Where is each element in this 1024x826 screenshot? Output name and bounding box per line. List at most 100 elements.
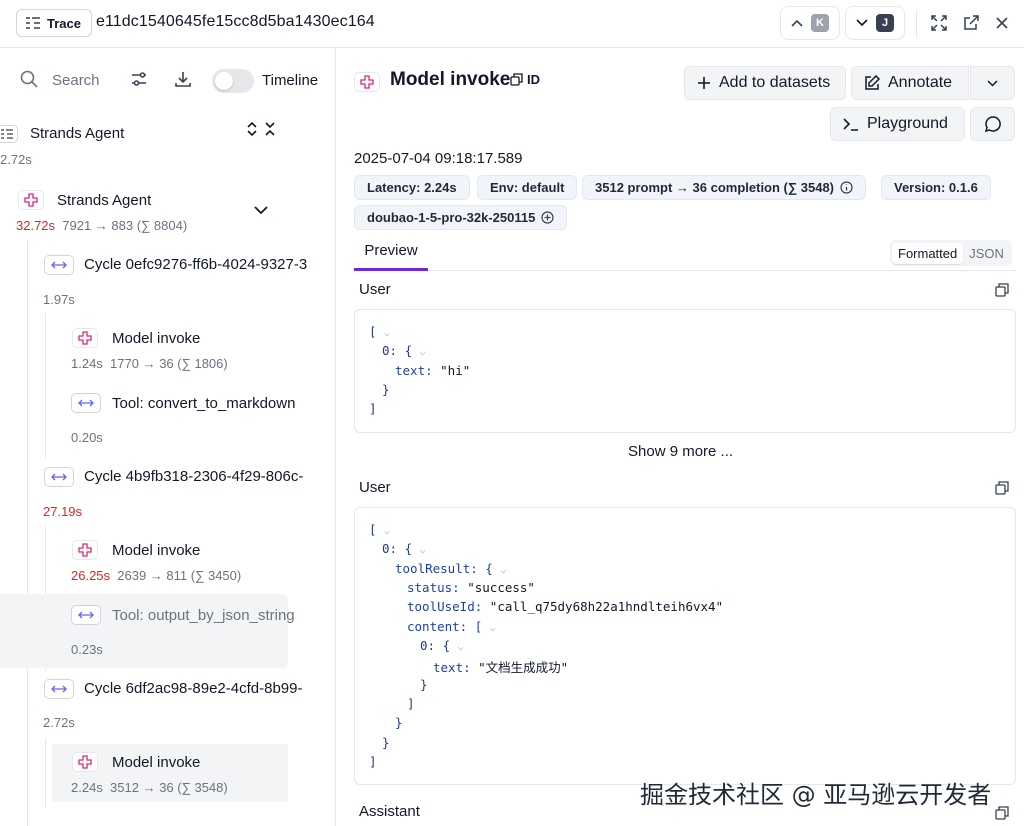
cycle-node-title[interactable]: Cycle 4b9fb318-2306-4f29-806c- <box>84 468 303 485</box>
message-role-label: User <box>359 479 391 496</box>
chevron-down-icon[interactable] <box>254 206 268 215</box>
cycle-icon <box>44 679 74 699</box>
show-more-button[interactable]: Show 9 more ... <box>628 443 733 460</box>
external-link-icon[interactable] <box>960 12 982 34</box>
model-node-time: 2.24s <box>71 780 103 795</box>
model-node-tokens: 3512 → 36 (∑ 3548) <box>110 780 228 795</box>
collapse-all-icon[interactable] <box>246 120 258 138</box>
model-icon <box>18 190 44 210</box>
agent-node-time: 32.72s <box>16 218 56 233</box>
format-formatted-option[interactable]: Formatted <box>892 242 964 264</box>
tool-node-title[interactable]: Tool: convert_to_markdown <box>112 395 295 412</box>
tab-preview[interactable]: Preview <box>354 242 428 271</box>
playground-button[interactable]: Playground <box>830 107 965 141</box>
root-node-title[interactable]: Strands Agent <box>30 125 124 142</box>
annotate-dropdown-button[interactable] <box>970 66 1015 100</box>
model-icon <box>72 752 98 772</box>
plus-circle-icon <box>541 211 554 224</box>
shortcut-j: J <box>876 14 894 32</box>
annotate-label: Annotate <box>888 74 953 91</box>
id-label: ID <box>527 72 540 87</box>
row-hover-highlight <box>0 594 288 668</box>
copy-icon <box>510 73 523 86</box>
detail-title: Model invoke <box>390 69 511 90</box>
comment-button[interactable] <box>970 107 1015 141</box>
detail-tabs: Preview Formatted JSON <box>354 236 1016 271</box>
latency-badge: Latency: 2.24s <box>354 175 470 200</box>
chevron-down-icon <box>856 19 868 27</box>
filter-settings-icon[interactable] <box>130 70 148 88</box>
trace-id: e11dc1540645fe15cc8d5ba1430ec164 <box>96 13 375 30</box>
token-usage-badge[interactable]: 3512 prompt → 36 completion (∑ 3548) <box>582 175 867 200</box>
model-node-title[interactable]: Model invoke <box>112 330 200 347</box>
edit-icon <box>865 75 880 90</box>
playground-label: Playground <box>867 115 948 132</box>
trace-tree-pane: Search Timeline Strands Agent 2.72s Stra… <box>0 48 336 826</box>
list-tree-icon <box>0 125 18 143</box>
chevron-up-icon <box>791 19 803 27</box>
agent-node-title[interactable]: Strands Agent <box>57 192 151 209</box>
tree-connector <box>27 240 28 826</box>
download-icon[interactable] <box>174 70 192 88</box>
model-node-time: 1.24s <box>71 356 103 371</box>
add-to-datasets-label: Add to datasets <box>719 74 831 91</box>
copy-icon[interactable] <box>995 283 1009 297</box>
trace-label: Trace <box>47 15 81 31</box>
tool-node-time: 0.23s <box>71 642 103 657</box>
model-node-title[interactable]: Model invoke <box>112 542 200 559</box>
model-icon <box>72 540 98 560</box>
cycle-node-time: 1.97s <box>43 292 75 307</box>
cycle-icon <box>44 467 74 487</box>
message-role-label: Assistant <box>359 803 420 820</box>
tool-node-title[interactable]: Tool: output_by_json_string <box>112 607 295 624</box>
copy-id-button[interactable]: ID <box>510 72 540 87</box>
copy-icon[interactable] <box>995 806 1009 820</box>
version-badge: Version: 0.1.6 <box>881 175 991 200</box>
expand-icon[interactable] <box>928 12 950 34</box>
add-to-datasets-button[interactable]: Add to datasets <box>684 66 846 100</box>
expand-all-icon[interactable] <box>264 120 276 138</box>
model-badge[interactable]: doubao-1-5-pro-32k-250115 <box>354 205 568 230</box>
terminal-icon <box>843 118 858 131</box>
tool-icon <box>71 393 101 413</box>
tree-connector <box>45 738 46 808</box>
cycle-node-title[interactable]: Cycle 6df2ac98-89e2-4cfd-8b99- <box>84 680 302 697</box>
format-json-option[interactable]: JSON <box>963 243 1010 264</box>
timestamp: 2025-07-04 09:18:17.589 <box>354 150 523 167</box>
next-trace-button[interactable]: J <box>845 6 905 40</box>
list-tree-icon <box>26 17 40 29</box>
root-node-time: 2.72s <box>0 152 32 167</box>
cycle-node-time: 27.19s <box>43 504 83 519</box>
watermark: 掘金技术社区 @ 亚马逊云开发者 <box>640 781 992 809</box>
agent-node-tokens: 7921 → 883 (∑ 8804) <box>62 218 188 233</box>
tree-toolbar: Search Timeline <box>0 48 335 110</box>
info-icon <box>840 181 853 194</box>
model-icon <box>354 72 380 92</box>
timeline-toggle[interactable] <box>212 69 254 93</box>
tool-icon <box>71 605 101 625</box>
top-bar: Trace e11dc1540645fe15cc8d5ba1430ec164 K… <box>0 0 1024 48</box>
shortcut-k: K <box>811 14 829 32</box>
tree-connector <box>45 313 46 458</box>
close-icon[interactable] <box>991 12 1013 34</box>
env-badge: Env: default <box>477 175 578 200</box>
cycle-icon <box>44 255 74 275</box>
model-node-time: 26.25s <box>71 568 111 583</box>
cycle-node-title[interactable]: Cycle 0efc9276-ff6b-4024-9327-3 <box>84 256 307 273</box>
trace-badge: Trace <box>16 9 92 37</box>
plus-icon <box>698 77 710 89</box>
format-toggle: Formatted JSON <box>890 240 1012 266</box>
copy-icon[interactable] <box>995 481 1009 495</box>
model-node-tokens: 2639 → 811 (∑ 3450) <box>117 568 242 583</box>
message-role-label: User <box>359 281 391 298</box>
timeline-label: Timeline <box>262 72 319 89</box>
comment-icon <box>984 116 1001 133</box>
annotate-button[interactable]: Annotate <box>851 66 969 100</box>
divider <box>916 10 917 38</box>
model-node-tokens: 1770 → 36 (∑ 1806) <box>110 356 228 371</box>
cycle-node-time: 2.72s <box>43 715 75 730</box>
model-node-title[interactable]: Model invoke <box>112 754 200 771</box>
code-block: [ ⌵ 0: { ⌵ toolResult: { ⌵ status: "succ… <box>354 507 1016 785</box>
prev-trace-button[interactable]: K <box>780 6 840 40</box>
search-input[interactable]: Search <box>52 72 100 89</box>
